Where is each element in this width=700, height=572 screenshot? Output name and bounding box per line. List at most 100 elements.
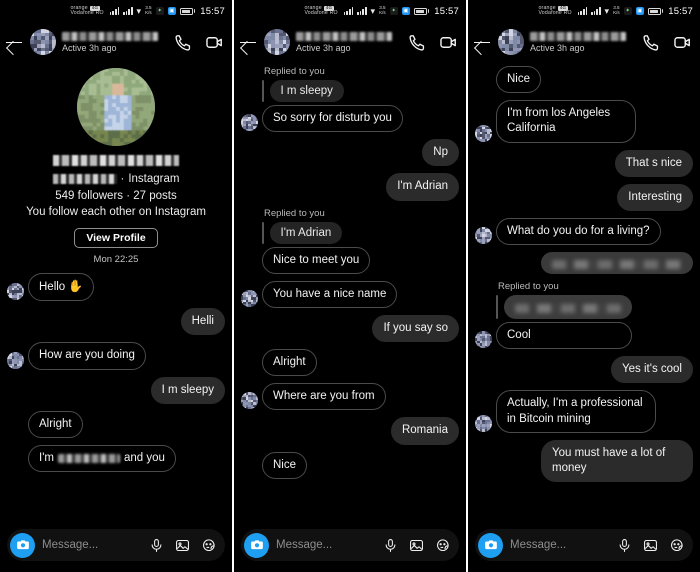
chat-screen-2: orange 4G Vodafone RO ▾ 3.5 K/s ✦ ▣ 15:57 … <box>234 0 466 572</box>
profile-photo[interactable] <box>77 68 155 146</box>
phone-icon[interactable] <box>408 33 427 52</box>
message-bubble[interactable]: Alright <box>262 349 317 377</box>
message-row <box>475 252 693 275</box>
image-icon[interactable] <box>409 538 424 553</box>
sticker-icon[interactable] <box>201 538 216 553</box>
message-bubble[interactable]: Helli <box>180 308 225 336</box>
message-bubble[interactable]: Yes it's cool <box>611 356 693 384</box>
image-icon[interactable] <box>175 538 190 553</box>
message-composer-3: Message... <box>468 526 700 572</box>
message-bubble[interactable]: Romania <box>390 417 459 445</box>
battery-icon <box>179 7 196 15</box>
sender-avatar <box>7 351 24 369</box>
profile-name-redacted <box>53 155 179 166</box>
message-row: Yes it's cool <box>475 356 693 384</box>
message-bubble[interactable]: I'm from los Angeles California <box>496 100 636 143</box>
message-bubble[interactable]: I m sleepy <box>150 376 225 404</box>
profile-platform: Instagram <box>128 173 180 185</box>
message-bubble-redacted[interactable] <box>541 252 693 275</box>
contact-status: Active 3h ago <box>530 42 585 53</box>
message-bubble[interactable]: Where are you from <box>262 383 386 411</box>
sender-avatar <box>241 114 258 132</box>
carrier-label: orange 4G Vodafone RO <box>304 5 337 17</box>
message-row: Nice <box>475 66 693 94</box>
message-bubble[interactable]: If you say so <box>372 314 459 343</box>
message-bubble[interactable]: Cool <box>496 322 632 350</box>
back-icon[interactable] <box>238 32 258 52</box>
chat-screen-1: orange 4G Vodafone RO ▾ 3.5 K/s ✦ ▣ 15:57… <box>0 0 232 572</box>
message-bubble[interactable]: Actually, I'm a professional in Bitcoin … <box>496 390 656 433</box>
message-bubble[interactable]: Np <box>422 139 459 167</box>
message-composer-1: Message... <box>0 526 232 572</box>
avatar[interactable] <box>264 29 290 55</box>
message-row: Replied to you I m sleepy So sorry for d… <box>241 66 459 133</box>
chat-header-1: Active 3h ago <box>0 22 232 62</box>
avatar-spacer <box>241 358 258 375</box>
camera-icon[interactable] <box>10 532 35 558</box>
message-row: That s nice <box>475 149 693 177</box>
message-input[interactable]: Message... <box>42 539 142 551</box>
avatar-spacer <box>7 454 24 471</box>
status-clock: 15:57 <box>668 5 693 17</box>
profile-stats: 549 followers · 27 posts <box>55 189 177 202</box>
quoted-message-redacted[interactable] <box>503 295 632 320</box>
message-bubble[interactable]: Alright <box>28 410 83 438</box>
video-camera-icon[interactable] <box>439 33 458 52</box>
message-bubble[interactable]: Nice to meet you <box>262 246 371 274</box>
view-profile-button[interactable]: View Profile <box>74 228 158 249</box>
message-bubble[interactable]: You have a nice name <box>262 280 398 308</box>
quote-indicator <box>262 221 264 244</box>
phone-icon[interactable] <box>642 33 661 52</box>
sender-avatar <box>475 414 492 432</box>
avatar-spacer <box>475 75 492 92</box>
message-bubble-clipped[interactable]: You must have a lot of money <box>541 439 693 483</box>
quoted-message[interactable]: I'm Adrian <box>269 221 343 244</box>
message-row: You have a nice name <box>241 280 459 308</box>
message-bubble[interactable]: So sorry for disturb you <box>262 105 403 133</box>
message-bubble[interactable]: Interesting <box>617 183 693 211</box>
message-bubble-clipped[interactable]: Nice <box>262 451 308 479</box>
microphone-icon[interactable] <box>149 538 164 553</box>
avatar-pixels <box>30 29 56 55</box>
data-rate-indicator: 3.5 K/s <box>379 5 386 16</box>
microphone-icon[interactable] <box>617 538 632 553</box>
message-bubble[interactable]: I'm and you <box>28 444 176 473</box>
reply-label: Replied to you <box>264 66 325 77</box>
message-row: Hello ✋ <box>7 273 225 302</box>
video-camera-icon[interactable] <box>205 33 224 52</box>
message-bubble[interactable]: Nice <box>496 66 542 94</box>
sticker-icon[interactable] <box>669 538 684 553</box>
signal-bars-2-icon <box>357 7 367 15</box>
back-icon[interactable] <box>4 32 24 52</box>
triple-screenshot-grid: orange 4G Vodafone RO ▾ 3.5 K/s ✦ ▣ 15:57… <box>0 0 700 572</box>
avatar[interactable] <box>498 29 524 55</box>
message-bubble[interactable]: Hello ✋ <box>28 273 95 302</box>
wave-emoji: ✋ <box>68 279 84 294</box>
profile-username-redacted <box>52 174 117 185</box>
message-row: Nice <box>241 451 459 479</box>
quoted-message[interactable]: I m sleepy <box>269 80 344 102</box>
message-row: Romania <box>241 417 459 445</box>
image-icon[interactable] <box>643 538 658 553</box>
battery-icon <box>647 7 664 15</box>
video-camera-icon[interactable] <box>673 33 692 52</box>
message-row: Replied to you I'm Adrian Nice to meet y… <box>241 208 459 274</box>
shield-icon: ✦ <box>155 7 164 15</box>
message-input[interactable]: Message... <box>276 539 376 551</box>
sticker-icon[interactable] <box>435 538 450 553</box>
microphone-icon[interactable] <box>383 538 398 553</box>
message-bubble[interactable]: How are you doing <box>28 342 146 370</box>
sender-avatar <box>241 289 258 307</box>
sender-avatar <box>475 331 492 349</box>
message-bubble[interactable]: I'm Adrian <box>386 173 459 201</box>
camera-icon[interactable] <box>478 532 503 558</box>
message-list-1: Hello ✋ Helli How are you doing I m slee… <box>0 273 232 473</box>
message-bubble[interactable]: That s nice <box>614 149 693 177</box>
camera-icon[interactable] <box>244 532 269 558</box>
phone-icon[interactable] <box>174 33 193 52</box>
message-bubble[interactable]: What do you do for a living? <box>496 217 661 246</box>
avatar[interactable] <box>30 29 56 55</box>
back-icon[interactable] <box>472 32 492 52</box>
instagram-profile-card: · Instagram 549 followers · 27 posts You… <box>0 62 232 249</box>
message-input[interactable]: Message... <box>510 539 610 551</box>
